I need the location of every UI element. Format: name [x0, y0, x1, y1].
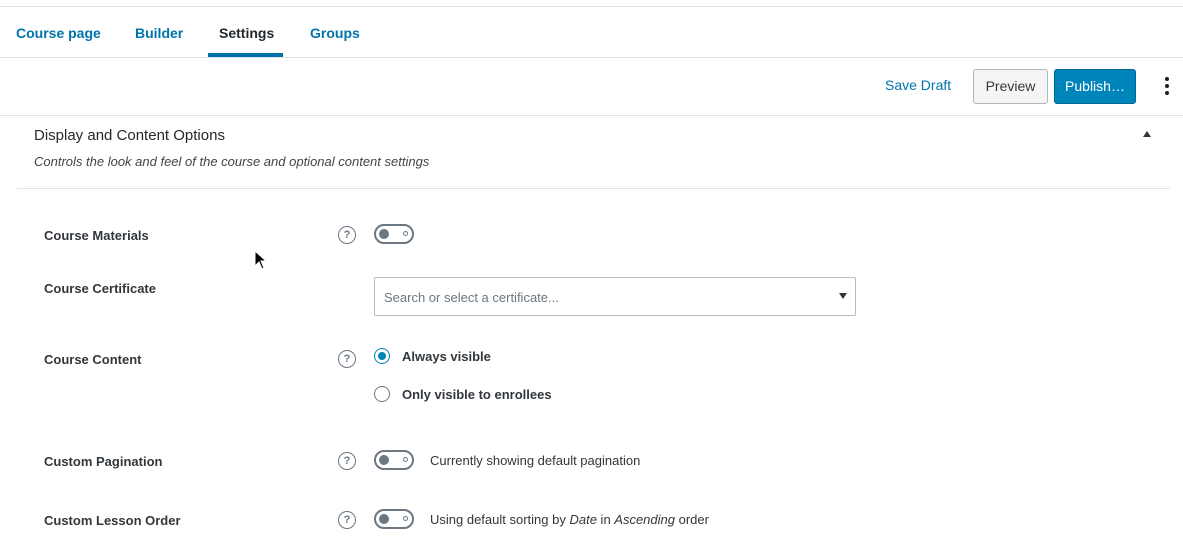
certificate-select[interactable]: Search or select a certificate...	[374, 277, 856, 316]
editor-toolbar: Save Draft Preview Publish…	[0, 58, 1183, 116]
kebab-menu-icon[interactable]	[1159, 75, 1175, 97]
toggle-off-indicator	[403, 516, 408, 521]
pagination-status: Currently showing default pagination	[430, 453, 641, 468]
custom-lesson-order-label: Custom Lesson Order	[44, 513, 181, 528]
triangle-up-icon[interactable]	[1141, 128, 1153, 140]
radio-only-enrollees-label[interactable]: Only visible to enrollees	[402, 387, 552, 402]
lesson-order-sort-field: Date	[569, 512, 597, 527]
help-icon[interactable]: ?	[338, 226, 356, 244]
radio-always-visible[interactable]	[374, 348, 390, 364]
course-materials-label: Course Materials	[44, 228, 149, 243]
active-tab-indicator	[208, 53, 283, 57]
course-materials-toggle[interactable]	[374, 224, 414, 244]
lesson-order-status: Using default sorting by Date in Ascendi…	[430, 512, 709, 527]
toggle-knob	[379, 455, 389, 465]
toggle-off-indicator	[403, 231, 408, 236]
lesson-order-sort-direction: Ascending	[614, 512, 675, 527]
certificate-select-placeholder: Search or select a certificate...	[384, 290, 559, 305]
toggle-knob	[379, 229, 389, 239]
save-draft-button[interactable]: Save Draft	[885, 77, 951, 93]
lesson-order-status-suffix: order	[675, 512, 709, 527]
radio-always-visible-label[interactable]: Always visible	[402, 349, 491, 364]
mouse-pointer-icon	[254, 250, 268, 270]
tab-bar: Course page Builder Settings Groups	[0, 7, 1183, 58]
tab-settings[interactable]: Settings	[219, 7, 274, 57]
help-icon[interactable]: ?	[338, 350, 356, 368]
radio-only-enrollees[interactable]	[374, 386, 390, 402]
tab-groups[interactable]: Groups	[310, 7, 360, 57]
tab-course-page[interactable]: Course page	[16, 7, 101, 57]
publish-button[interactable]: Publish…	[1054, 69, 1136, 104]
course-content-label: Course Content	[44, 352, 142, 367]
preview-button[interactable]: Preview	[973, 69, 1048, 104]
toggle-knob	[379, 514, 389, 524]
custom-lesson-order-toggle[interactable]	[374, 509, 414, 529]
custom-pagination-label: Custom Pagination	[44, 454, 163, 469]
help-icon[interactable]: ?	[338, 452, 356, 470]
tab-builder[interactable]: Builder	[135, 7, 183, 57]
course-certificate-label: Course Certificate	[44, 281, 156, 296]
lesson-order-status-mid: in	[596, 512, 615, 527]
help-icon[interactable]: ?	[338, 511, 356, 529]
toggle-off-indicator	[403, 457, 408, 462]
panel-title: Display and Content Options	[34, 127, 225, 144]
lesson-order-status-prefix: Using default sorting by	[430, 512, 570, 527]
chevron-down-icon	[839, 293, 847, 299]
panel-description: Controls the look and feel of the course…	[34, 154, 430, 169]
custom-pagination-toggle[interactable]	[374, 450, 414, 470]
panel-divider	[17, 188, 1170, 189]
